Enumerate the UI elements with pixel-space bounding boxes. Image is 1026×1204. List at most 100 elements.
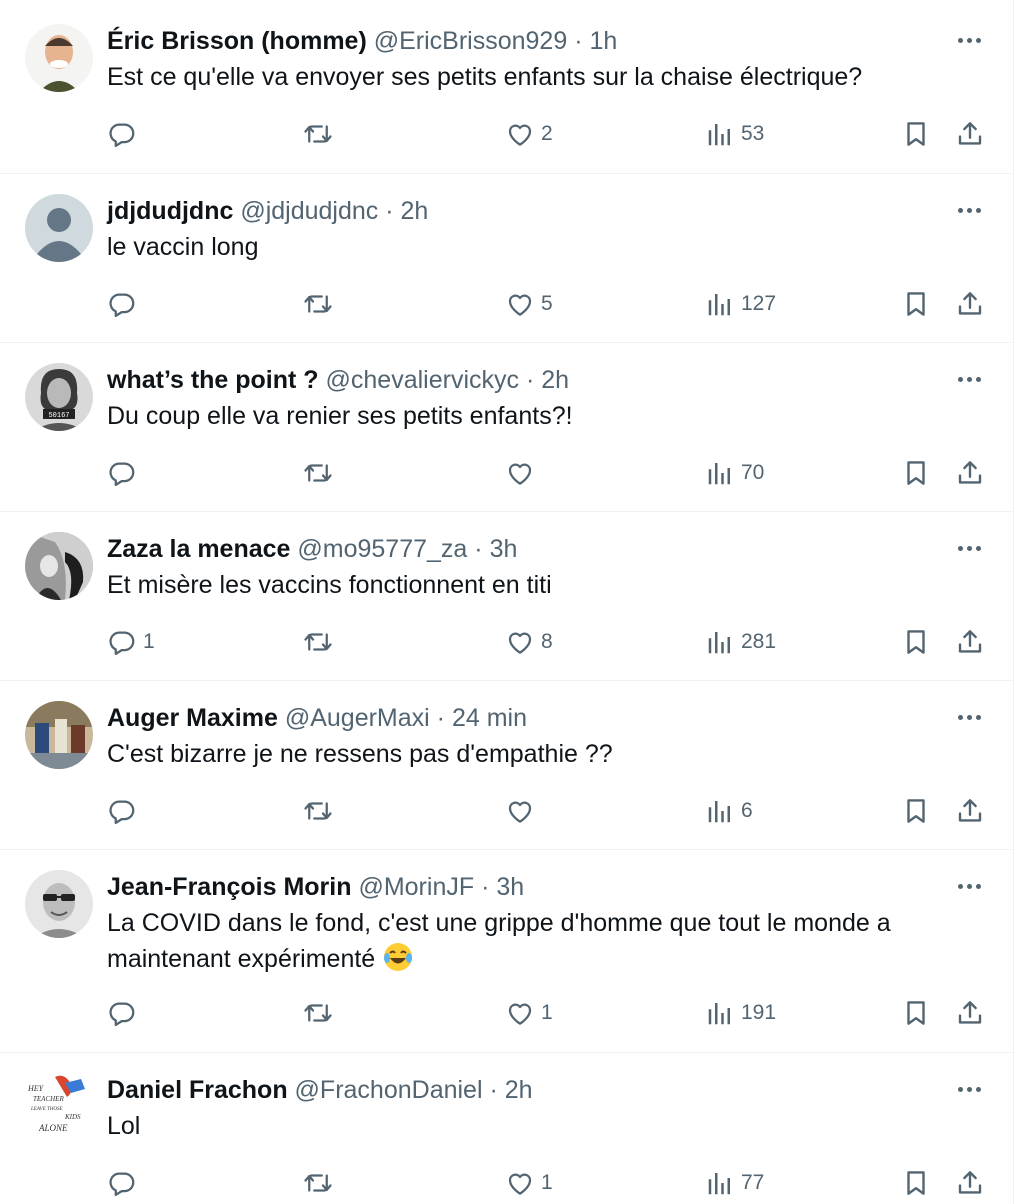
like-button[interactable]: 8 (505, 624, 553, 660)
more-options-icon[interactable] (953, 369, 985, 389)
bookmark-icon (901, 796, 931, 826)
reply-feed: Éric Brisson (homme) @EricBrisson929 · 1… (0, 0, 1014, 1204)
bookmark-button[interactable] (901, 995, 931, 1031)
timestamp[interactable]: 2h (541, 366, 569, 394)
retweet-icon (303, 458, 333, 488)
like-button[interactable] (505, 455, 541, 491)
more-options-icon[interactable] (953, 538, 985, 558)
timestamp[interactable]: 3h (490, 535, 518, 563)
bookmark-button[interactable] (901, 286, 931, 322)
user-handle[interactable]: @MorinJF (358, 873, 474, 901)
more-options-icon[interactable] (953, 30, 985, 50)
user-handle[interactable]: @EricBrisson929 (374, 27, 568, 55)
display-name[interactable]: Jean-François Morin (107, 873, 352, 901)
user-handle[interactable]: @mo95777_za (297, 535, 467, 563)
avatar[interactable]: 50167 (25, 363, 93, 431)
user-handle[interactable]: @FrachonDaniel (295, 1076, 483, 1104)
tweet-header: Auger Maxime @AugerMaxi · 24 min (107, 701, 527, 735)
like-button[interactable]: 2 (505, 116, 553, 152)
heart-icon (505, 289, 535, 319)
timestamp[interactable]: 24 min (452, 704, 527, 732)
views-button[interactable]: 127 (705, 286, 776, 322)
views-button[interactable]: 77 (705, 1165, 764, 1201)
display-name[interactable]: jdjdudjdnc (107, 197, 233, 225)
more-options-icon[interactable] (953, 1079, 985, 1099)
share-button[interactable] (955, 116, 985, 152)
reply-button[interactable] (107, 455, 143, 491)
avatar[interactable] (25, 532, 93, 600)
timestamp[interactable]: 1h (589, 27, 617, 55)
views-chart-icon (705, 796, 735, 826)
like-button[interactable]: 5 (505, 286, 553, 322)
retweet-button[interactable] (303, 624, 333, 660)
retweet-button[interactable] (303, 995, 333, 1031)
display-name[interactable]: Auger Maxime (107, 704, 278, 732)
share-button[interactable] (955, 455, 985, 491)
share-icon (955, 458, 985, 488)
views-button[interactable]: 53 (705, 116, 764, 152)
like-button[interactable] (505, 793, 541, 829)
bookmark-button[interactable] (901, 624, 931, 660)
views-button[interactable]: 281 (705, 624, 776, 660)
like-button[interactable]: 1 (505, 1165, 553, 1201)
views-button[interactable]: 6 (705, 793, 753, 829)
share-button[interactable] (955, 624, 985, 660)
retweet-button[interactable] (303, 793, 333, 829)
bookmark-icon (901, 289, 931, 319)
timestamp[interactable]: 3h (496, 873, 524, 901)
avatar-caption-line: ALONE (38, 1123, 68, 1133)
display-name[interactable]: what’s the point ? (107, 366, 319, 394)
more-options-icon[interactable] (953, 707, 985, 727)
user-handle[interactable]: @chevaliervickyc (326, 366, 519, 394)
reply-button[interactable] (107, 286, 143, 322)
like-button[interactable]: 1 (505, 995, 553, 1031)
separator-dot: · (436, 704, 445, 732)
tweet[interactable]: Zaza la menace @mo95777_za · 3h Et misèr… (0, 512, 1013, 681)
share-button[interactable] (955, 1165, 985, 1201)
user-handle[interactable]: @jdjdudjdnc (240, 197, 378, 225)
display-name[interactable]: Daniel Frachon (107, 1076, 288, 1104)
avatar-caption-line: TEACHER (33, 1095, 64, 1103)
reply-button[interactable]: 1 (107, 624, 155, 660)
share-icon (955, 1168, 985, 1198)
more-options-icon[interactable] (953, 200, 985, 220)
avatar[interactable] (25, 194, 93, 262)
retweet-button[interactable] (303, 1165, 333, 1201)
bookmark-button[interactable] (901, 455, 931, 491)
avatar[interactable]: HEY TEACHER LEAVE THOSE KIDS ALONE (25, 1073, 93, 1141)
tweet[interactable]: Éric Brisson (homme) @EricBrisson929 · 1… (0, 4, 1013, 174)
avatar[interactable] (25, 701, 93, 769)
retweet-button[interactable] (303, 286, 333, 322)
tweet[interactable]: 50167 what’s the point ? @chevaliervicky… (0, 343, 1013, 512)
tweet[interactable]: HEY TEACHER LEAVE THOSE KIDS ALONE Danie… (0, 1053, 1013, 1204)
retweet-button[interactable] (303, 116, 333, 152)
tweet[interactable]: jdjdudjdnc @jdjdudjdnc · 2h le vaccin lo… (0, 174, 1013, 343)
share-button[interactable] (955, 995, 985, 1031)
separator-dot: · (489, 1076, 498, 1104)
views-chart-icon (705, 998, 735, 1028)
timestamp[interactable]: 2h (401, 197, 429, 225)
reply-button[interactable] (107, 116, 143, 152)
retweet-button[interactable] (303, 455, 333, 491)
reply-button[interactable] (107, 995, 143, 1031)
reply-button[interactable] (107, 1165, 143, 1201)
views-button[interactable]: 191 (705, 995, 776, 1031)
tweet[interactable]: Jean-François Morin @MorinJF · 3h La COV… (0, 850, 1013, 1053)
tweet[interactable]: Auger Maxime @AugerMaxi · 24 min C'est b… (0, 681, 1013, 850)
share-button[interactable] (955, 793, 985, 829)
bookmark-button[interactable] (901, 1165, 931, 1201)
avatar[interactable] (25, 24, 93, 92)
avatar[interactable] (25, 870, 93, 938)
display-name[interactable]: Éric Brisson (homme) (107, 27, 367, 55)
views-button[interactable]: 70 (705, 455, 764, 491)
user-handle[interactable]: @AugerMaxi (285, 704, 430, 732)
share-button[interactable] (955, 286, 985, 322)
timestamp[interactable]: 2h (505, 1076, 533, 1104)
view-count: 191 (741, 1001, 777, 1024)
share-icon (955, 289, 985, 319)
more-options-icon[interactable] (953, 876, 985, 896)
reply-button[interactable] (107, 793, 143, 829)
bookmark-button[interactable] (901, 116, 931, 152)
display-name[interactable]: Zaza la menace (107, 535, 290, 563)
bookmark-button[interactable] (901, 793, 931, 829)
